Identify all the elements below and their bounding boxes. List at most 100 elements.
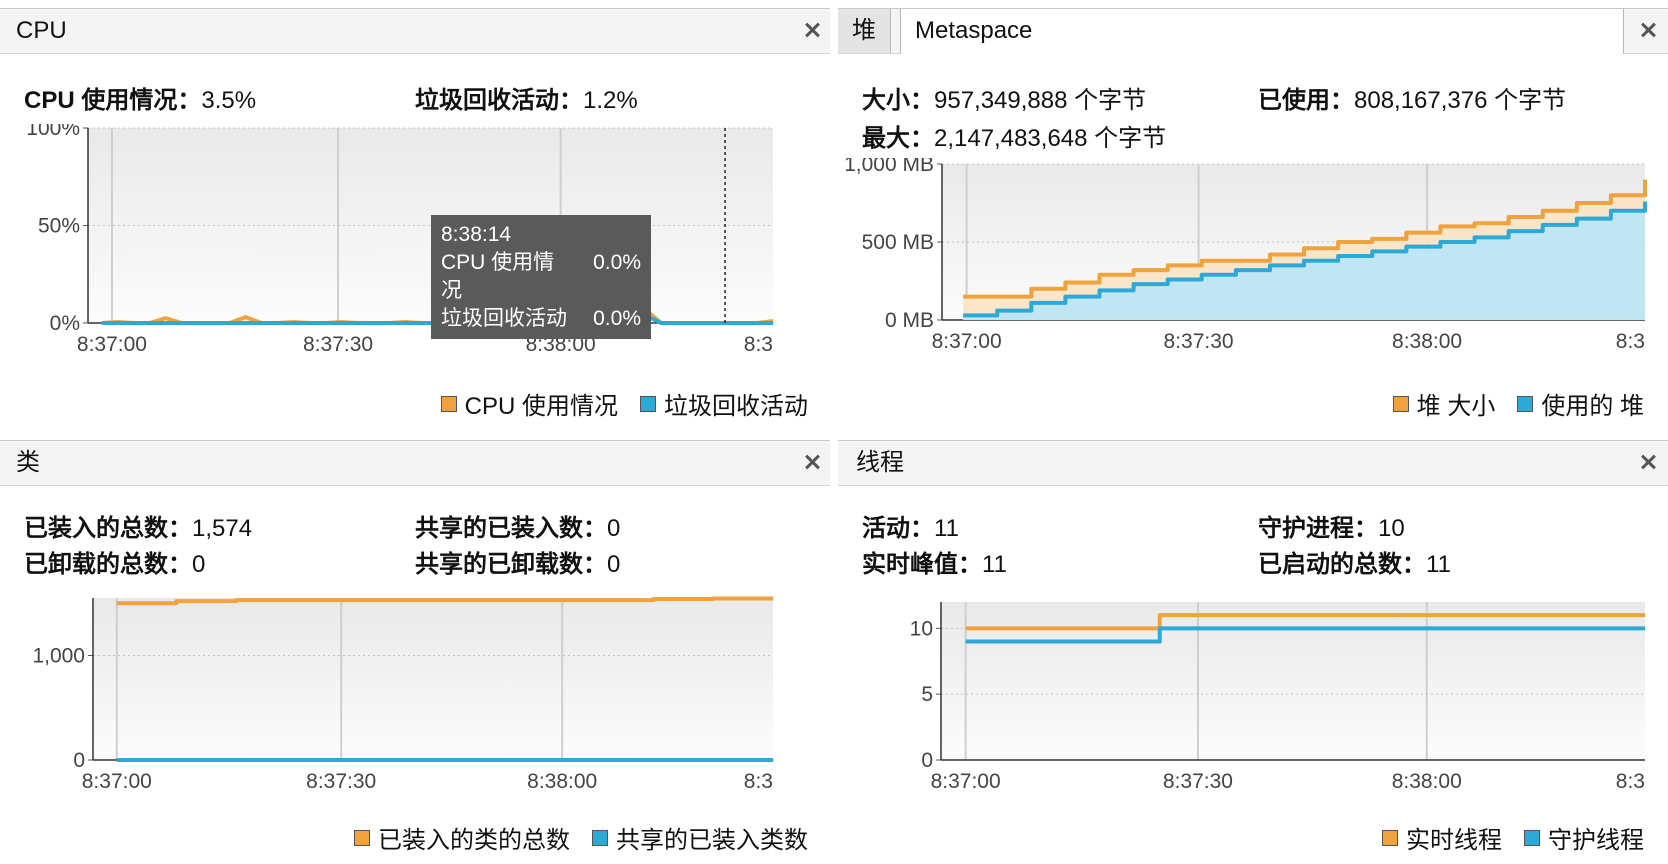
started-threads-stat: 已启动的总数：11 (1258, 551, 1451, 578)
cpu-tooltip: 8:38:14 CPU 使用情况 0.0% 垃圾回收活动 0.0% (431, 215, 651, 339)
peak-threads-stat: 实时峰值：11 (862, 551, 1007, 578)
plot-area (941, 602, 1645, 760)
loaded-total-value: 1,574 (192, 515, 253, 542)
x-tick-label: 8:37:30 (1163, 770, 1233, 793)
y-tick-label: 1,000 (32, 644, 85, 667)
blue-swatch-icon (640, 395, 656, 412)
legend-item-daemon-threads[interactable]: 守护线程 (1524, 820, 1644, 855)
threads-header: 线程 (838, 440, 1668, 486)
heap-max-stat: 最大：2,147,483,648 个字节 (862, 125, 1167, 152)
cpu-header: CPU (0, 8, 830, 54)
y-tick-label: 0 (73, 749, 85, 772)
x-tick-label: 8:3 (744, 770, 773, 793)
orange-swatch-icon (354, 829, 370, 846)
y-tick-label: 0 MB (885, 309, 934, 332)
x-tick-label: 8:38:00 (1392, 770, 1462, 793)
legend-item-heap-size[interactable]: 堆 大小 (1392, 386, 1495, 421)
shared-loaded-stat: 共享的已装入数：0 (415, 515, 621, 542)
cpu-chart[interactable]: 8:37:00 8:37:30 8:38:00 8:30%50%100% (20, 124, 810, 394)
blue-swatch-icon (592, 829, 608, 846)
started-threads-value: 11 (1426, 551, 1451, 578)
blue-swatch-icon (1524, 829, 1540, 846)
loaded-total-stat: 已装入的总数：1,574 (24, 515, 253, 542)
tooltip-gc-label: 垃圾回收活动 (441, 307, 567, 330)
gc-activity-value: 1.2% (583, 87, 638, 114)
threads-panel: 线程 活动：11 实时峰值：11 守护进程：10 已启动的总数：11 8:37:… (838, 440, 1668, 864)
x-tick-label: 8:37:00 (931, 770, 1001, 793)
y-tick-label: 1,000 MB (846, 158, 934, 176)
x-tick-label: 8:37:00 (82, 770, 152, 793)
tab-metaspace[interactable]: Metaspace (900, 9, 1624, 54)
tab-heap[interactable]: 堆 (838, 9, 891, 53)
orange-swatch-icon (1392, 395, 1409, 412)
x-tick-label: 8:3 (744, 333, 773, 356)
threads-chart[interactable]: 8:37:00 8:37:30 8:38:00 8:3 0 5 10 (846, 592, 1656, 832)
cpu-legend: CPU 使用情况 垃圾回收活动 (419, 386, 808, 421)
daemon-threads-value: 10 (1378, 515, 1405, 542)
legend-item-cpu[interactable]: CPU 使用情况 (440, 386, 618, 421)
tooltip-cpu-label: CPU 使用情况 (441, 251, 555, 302)
y-tick-label: 500 MB (862, 231, 934, 254)
tooltip-cpu-value: 0.0% (593, 251, 641, 274)
memory-header: 堆 Metaspace (838, 8, 1668, 54)
threads-legend: 实时线程 守护线程 (1360, 820, 1644, 855)
gc-activity-stat: 垃圾回收活动：1.2% (415, 87, 638, 114)
x-tick-label: 8:3 (1616, 330, 1645, 353)
tooltip-time: 8:38:14 (441, 223, 512, 246)
y-tick-label: 10 (910, 617, 933, 640)
heap-used-stat: 已使用：808,167,376 个字节 (1258, 87, 1567, 114)
unloaded-total-stat: 已卸载的总数：0 (24, 551, 206, 578)
classes-header: 类 (0, 440, 830, 486)
orange-swatch-icon (1382, 829, 1398, 846)
memory-close-icon[interactable] (1638, 20, 1658, 40)
heap-size-value: 957,349,888 个字节 (934, 87, 1147, 114)
cpu-close-icon[interactable] (802, 20, 822, 40)
x-tick-label: 8:38:00 (1392, 330, 1462, 353)
classes-legend: 已装入的类的总数 共享的已装入类数 (332, 820, 808, 855)
heap-legend: 堆 大小 使用的 堆 (1371, 386, 1644, 421)
plot-area (93, 598, 773, 760)
cpu-usage-value: 3.5% (201, 87, 257, 114)
orange-swatch-icon (440, 395, 457, 412)
x-tick-label: 8:37:30 (306, 770, 376, 793)
y-tick-label: 0% (50, 312, 80, 335)
legend-item-gc[interactable]: 垃圾回收活动 (640, 386, 808, 421)
threads-title: 线程 (856, 449, 904, 476)
classes-chart[interactable]: 8:37:00 8:37:30 8:38:00 8:3 0 1,000 (20, 592, 810, 832)
heap-used-value: 808,167,376 个字节 (1354, 87, 1567, 114)
classes-close-icon[interactable] (802, 452, 822, 472)
classes-title: 类 (16, 449, 40, 476)
x-tick-label: 8:38:00 (527, 770, 597, 793)
cpu-usage-stat: CPU 使用情况：3.5% (24, 87, 257, 114)
legend-item-heap-used[interactable]: 使用的 堆 (1517, 386, 1644, 421)
legend-item-shared-classes[interactable]: 共享的已装入类数 (592, 820, 808, 855)
y-tick-label: 50% (38, 215, 80, 238)
unloaded-total-value: 0 (192, 551, 206, 578)
shared-loaded-value: 0 (607, 515, 621, 542)
shared-unloaded-stat: 共享的已卸载数：0 (415, 551, 621, 578)
live-threads-stat: 活动：11 (862, 515, 959, 542)
cpu-panel: CPU CPU 使用情况：3.5% 垃圾回收活动：1.2% 8:37:00 8:3… (0, 8, 830, 428)
heap-chart[interactable]: 8:37:00 8:37:30 8:38:00 8:3 0 MB 500 MB 1,000 … (846, 158, 1656, 394)
legend-item-loaded-classes[interactable]: 已装入的类的总数 (354, 820, 570, 855)
tooltip-gc-value: 0.0% (593, 307, 641, 330)
x-tick-label: 8:37:30 (303, 333, 373, 356)
x-tick-label: 8:3 (1616, 770, 1645, 793)
y-tick-label: 0 (921, 749, 933, 772)
legend-item-live-threads[interactable]: 实时线程 (1382, 820, 1502, 855)
classes-panel: 类 已装入的总数：1,574 已卸载的总数：0 共享的已装入数：0 共享的已卸载… (0, 440, 830, 864)
memory-panel: 堆 Metaspace 大小：957,349,888 个字节 已使用：808,1… (838, 8, 1668, 428)
blue-swatch-icon (1517, 395, 1534, 412)
live-threads-value: 11 (934, 515, 959, 542)
cpu-title: CPU (16, 17, 67, 44)
y-tick-label: 5 (921, 683, 933, 706)
y-tick-label: 100% (26, 124, 80, 140)
heap-max-value: 2,147,483,648 个字节 (934, 125, 1167, 152)
x-tick-label: 8:37:00 (77, 333, 147, 356)
threads-close-icon[interactable] (1638, 452, 1658, 472)
x-tick-label: 8:37:30 (1164, 330, 1234, 353)
peak-threads-value: 11 (982, 551, 1007, 578)
heap-size-stat: 大小：957,349,888 个字节 (862, 87, 1147, 114)
daemon-threads-stat: 守护进程：10 (1258, 515, 1405, 542)
shared-unloaded-value: 0 (607, 551, 621, 578)
